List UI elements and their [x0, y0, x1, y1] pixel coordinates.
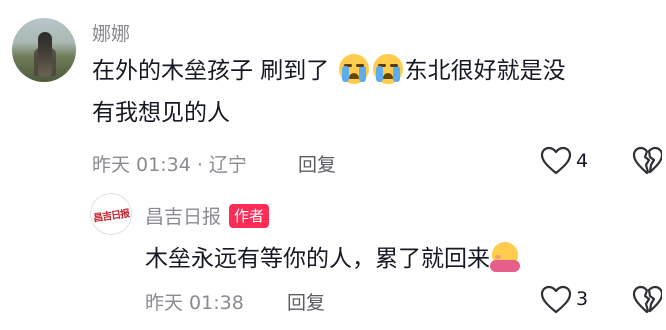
comment-text-part2: 东北很好就是没: [404, 58, 566, 84]
comment-username[interactable]: 娜娜: [92, 19, 130, 46]
broken-heart-icon: [632, 285, 664, 314]
heart-icon: [540, 146, 572, 175]
like-count: 3: [576, 288, 589, 310]
comment-text-body: 木垒永远有等你的人，累了就回来: [145, 246, 490, 272]
loudly-crying-face-icon: [372, 54, 403, 84]
author-badge: 作者: [229, 203, 270, 228]
comment-username[interactable]: 昌吉日报: [145, 202, 221, 229]
like-button[interactable]: [540, 146, 572, 176]
comment-time: 昨天 01:38: [145, 292, 244, 314]
like-count: 4: [576, 150, 589, 172]
dislike-button[interactable]: [632, 146, 664, 176]
avatar-changji-daily[interactable]: 昌吉日报: [90, 193, 132, 235]
heart-icon: [540, 285, 572, 314]
avatar-figure: [38, 32, 52, 76]
comment-text-line2: 有我想见的人: [92, 100, 230, 126]
loudly-crying-face-icon: [338, 54, 369, 84]
broken-heart-icon: [632, 146, 664, 175]
avatar-nana[interactable]: [12, 18, 76, 82]
reply-button[interactable]: 回复: [298, 150, 336, 177]
hugging-face-icon: [490, 242, 520, 272]
comment-text: 木垒永远有等你的人，累了就回来: [145, 238, 520, 280]
comment-time-location: 昨天 01:34 · 辽宁: [92, 154, 247, 176]
comment-text-part1: 在外的木垒孩子 刷到了: [92, 58, 337, 84]
comment-header: 昌吉日报 作者: [145, 202, 270, 229]
comment-text: 在外的木垒孩子 刷到了 东北很好就是没 有我想见的人: [92, 50, 652, 134]
dislike-button[interactable]: [632, 285, 664, 315]
reply-button[interactable]: 回复: [287, 288, 325, 315]
like-button[interactable]: [540, 285, 572, 315]
avatar-logo: 昌吉日报: [92, 208, 130, 224]
